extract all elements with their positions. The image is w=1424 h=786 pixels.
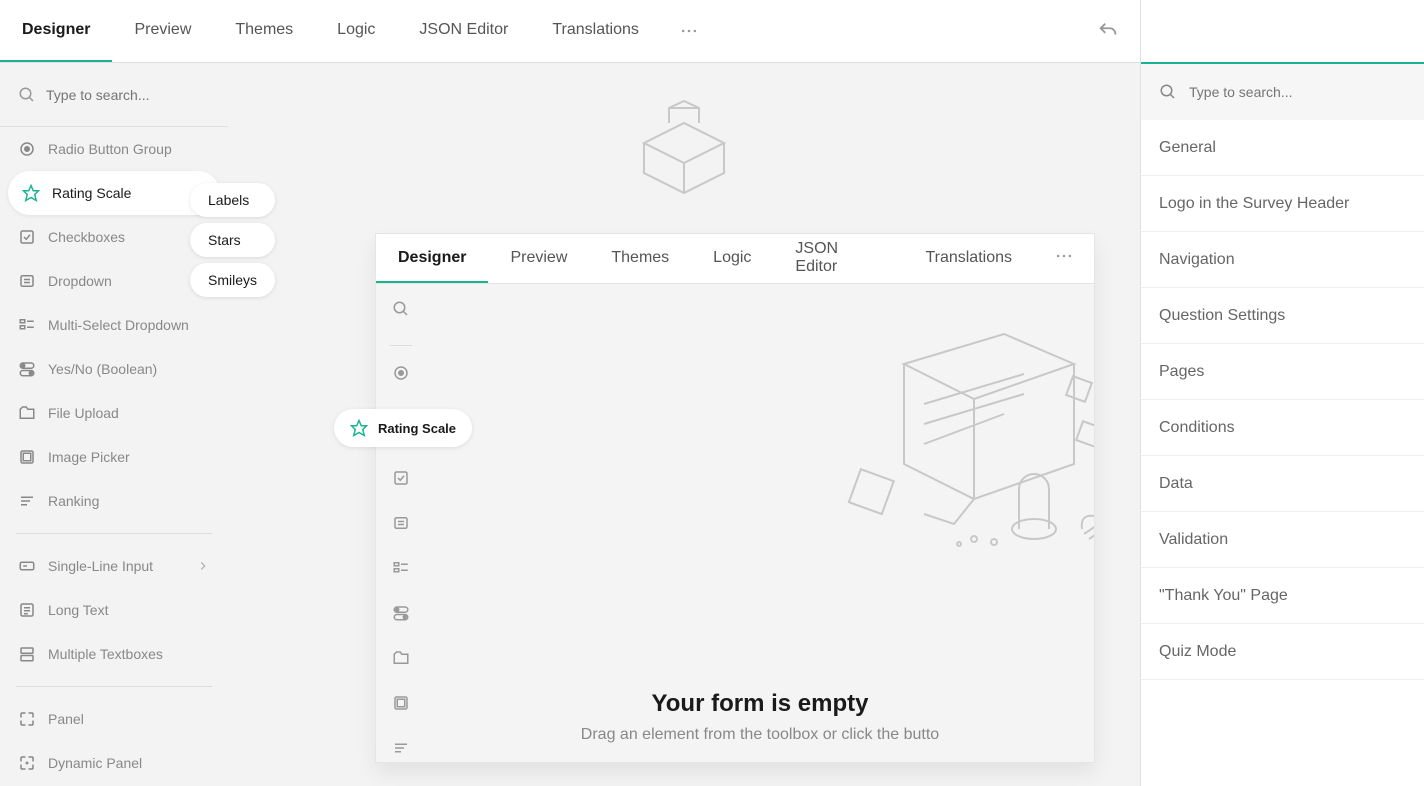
toolbox-item-label: Dropdown <box>48 273 112 289</box>
tab-more-icon[interactable] <box>661 0 717 62</box>
toolbox-item-image[interactable]: Image Picker <box>0 435 228 479</box>
sidebar-search[interactable] <box>1141 64 1424 120</box>
rail-search-icon[interactable] <box>392 300 410 323</box>
preview-tab-preview[interactable]: Preview <box>488 234 589 283</box>
preview-tab-designer[interactable]: Designer <box>376 234 488 283</box>
sidebar-category[interactable]: Logo in the Survey Header <box>1141 176 1424 232</box>
toolbox-item-radio[interactable]: Radio Button Group <box>0 127 228 171</box>
preview-tab-logic[interactable]: Logic <box>691 234 773 283</box>
toolbox-item-label: Checkboxes <box>48 229 125 245</box>
tab-json-editor[interactable]: JSON Editor <box>397 0 530 62</box>
search-icon <box>1159 83 1177 101</box>
topbar-tabs: Designer Preview Themes Logic JSON Edito… <box>0 0 717 62</box>
tab-preview[interactable]: Preview <box>112 0 213 62</box>
empty-message: Your form is empty Drag an element from … <box>581 690 939 744</box>
rail-toggle-icon[interactable] <box>392 604 410 627</box>
sidebar-category[interactable]: Quiz Mode <box>1141 624 1424 680</box>
rail-image-icon[interactable] <box>392 694 410 717</box>
rail-ranking-icon[interactable] <box>392 739 410 762</box>
sidebar-category[interactable]: Validation <box>1141 512 1424 568</box>
empty-illustration <box>824 314 1094 574</box>
toolbox-item-dynpanel[interactable]: Dynamic Panel <box>0 741 228 785</box>
toolbox-search-input[interactable] <box>46 87 227 103</box>
star-icon <box>350 419 368 437</box>
sidebar-category[interactable]: "Thank You" Page <box>1141 568 1424 624</box>
sidebar-category[interactable]: Navigation <box>1141 232 1424 288</box>
empty-title: Your form is empty <box>581 690 939 718</box>
sidebar-category[interactable]: General <box>1141 120 1424 176</box>
toolbox-item-longtext[interactable]: Long Text <box>0 588 228 632</box>
toolbox-item-label: Long Text <box>48 602 108 618</box>
sidebar: GeneralLogo in the Survey HeaderNavigati… <box>1140 0 1424 786</box>
rail-check-icon[interactable] <box>392 469 410 492</box>
toolbox-item-label: Ranking <box>48 493 99 509</box>
preview-main: Your form is empty Drag an element from … <box>426 284 1094 762</box>
preview-more-icon[interactable] <box>1034 246 1094 271</box>
rail-multidrop-icon[interactable] <box>392 559 410 582</box>
toolbox-item-label: Rating Scale <box>52 185 131 201</box>
rail-radio-icon[interactable] <box>392 364 410 387</box>
toolbox-item-multitext[interactable]: Multiple Textboxes <box>0 632 228 676</box>
toolbox-item-label: Single-Line Input <box>48 558 153 574</box>
toolbox-item-multidrop[interactable]: Multi-Select Dropdown <box>0 303 228 347</box>
toolbox-item-label: Multiple Textboxes <box>48 646 163 662</box>
toolbox-item-label: Panel <box>48 711 84 727</box>
preview-tab-themes[interactable]: Themes <box>589 234 691 283</box>
bg-illustration <box>614 83 754 213</box>
tab-themes[interactable]: Themes <box>213 0 315 62</box>
preview-tabs: Designer Preview Themes Logic JSON Edito… <box>376 234 1094 284</box>
toolbox-separator <box>16 686 212 687</box>
tab-translations[interactable]: Translations <box>530 0 661 62</box>
submenu-labels[interactable]: Labels <box>190 183 275 217</box>
sidebar-category[interactable]: Conditions <box>1141 400 1424 456</box>
toolbox-item-label: File Upload <box>48 405 119 421</box>
toolbox-item-star[interactable]: Rating Scale <box>8 171 220 215</box>
toolbox-separator <box>16 533 212 534</box>
toolbox-item-toggle[interactable]: Yes/No (Boolean) <box>0 347 228 391</box>
toolbox-item-label: Multi-Select Dropdown <box>48 317 189 333</box>
submenu-smileys[interactable]: Smileys <box>190 263 275 297</box>
tab-logic[interactable]: Logic <box>315 0 397 62</box>
toolbox-item-ranking[interactable]: Ranking <box>0 479 228 523</box>
toolbox-item-label: Image Picker <box>48 449 130 465</box>
empty-hint: Drag an element from the toolbox or clic… <box>581 726 939 744</box>
submenu-stars[interactable]: Stars <box>190 223 275 257</box>
toolbox: Radio Button Group Rating Scale Checkboxes… <box>0 63 228 786</box>
preview-tab-json[interactable]: JSON Editor <box>773 234 903 283</box>
sidebar-category[interactable]: Data <box>1141 456 1424 512</box>
tab-designer[interactable]: Designer <box>0 0 112 62</box>
preview-rail: Rating Scale <box>376 284 426 762</box>
search-icon <box>18 86 36 104</box>
toolbox-item-text[interactable]: Single-Line Input <box>0 544 228 588</box>
rail-folder-icon[interactable] <box>392 649 410 672</box>
preview-card: Designer Preview Themes Logic JSON Edito… <box>375 233 1095 763</box>
toolbox-item-folder[interactable]: File Upload <box>0 391 228 435</box>
sidebar-category[interactable]: Question Settings <box>1141 288 1424 344</box>
toolbox-item-label: Radio Button Group <box>48 141 172 157</box>
toolbox-item-panel[interactable]: Panel <box>0 697 228 741</box>
toolbox-item-label: Yes/No (Boolean) <box>48 361 157 377</box>
toolbox-search[interactable] <box>0 63 228 127</box>
undo-icon[interactable] <box>1086 9 1130 53</box>
sidebar-category[interactable]: Pages <box>1141 344 1424 400</box>
toolbox-submenu: Labels Stars Smileys <box>190 183 275 297</box>
preview-tab-translations[interactable]: Translations <box>903 234 1034 283</box>
canvas: Designer Preview Themes Logic JSON Edito… <box>228 63 1140 786</box>
sidebar-search-input[interactable] <box>1189 84 1406 100</box>
preview-body: Rating Scale <box>376 284 1094 762</box>
rail-dropdown-icon[interactable] <box>392 514 410 537</box>
toolbox-item-label: Dynamic Panel <box>48 755 142 771</box>
